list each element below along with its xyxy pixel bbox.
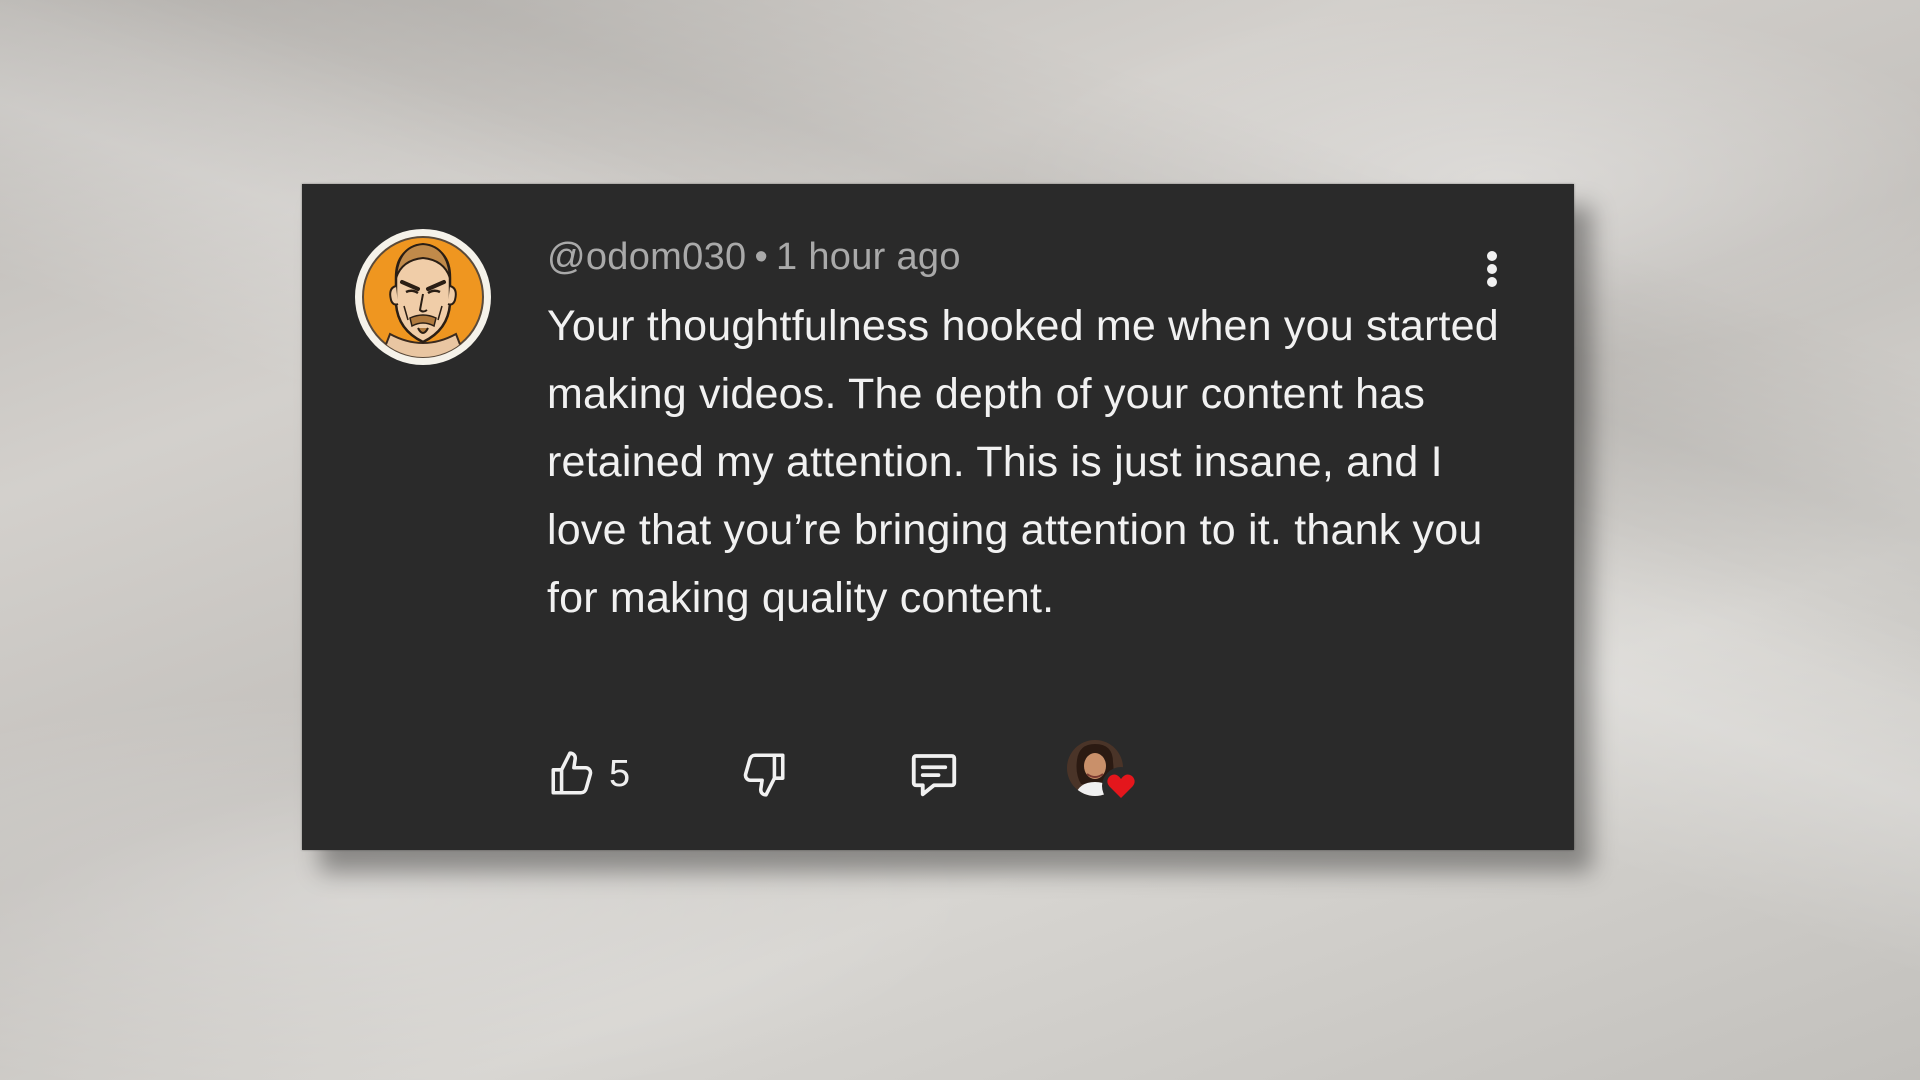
comment-username[interactable]: @odom030 bbox=[547, 236, 746, 278]
user-avatar-cartoon-icon bbox=[362, 236, 484, 358]
thumbs-up-icon bbox=[551, 751, 593, 795]
like-button[interactable]: 5 bbox=[547, 744, 630, 804]
dislike-button[interactable] bbox=[739, 744, 789, 804]
user-avatar[interactable] bbox=[355, 229, 491, 365]
comment-meta: @odom030 • 1 hour ago bbox=[547, 236, 961, 279]
comment-body: Your thoughtfulness hooked me when you s… bbox=[547, 302, 1499, 622]
creator-heart-icon bbox=[1101, 766, 1141, 806]
comment-reply-icon bbox=[911, 754, 957, 797]
thumbs-down-icon bbox=[743, 753, 785, 797]
reply-button[interactable] bbox=[907, 744, 961, 804]
creator-heart[interactable] bbox=[1067, 736, 1147, 816]
comment-timestamp[interactable]: 1 hour ago bbox=[776, 236, 961, 278]
comment-card: @odom030 • 1 hour ago Your thoughtfulness … bbox=[302, 184, 1574, 850]
meta-separator: • bbox=[754, 236, 769, 278]
like-count: 5 bbox=[609, 752, 631, 795]
